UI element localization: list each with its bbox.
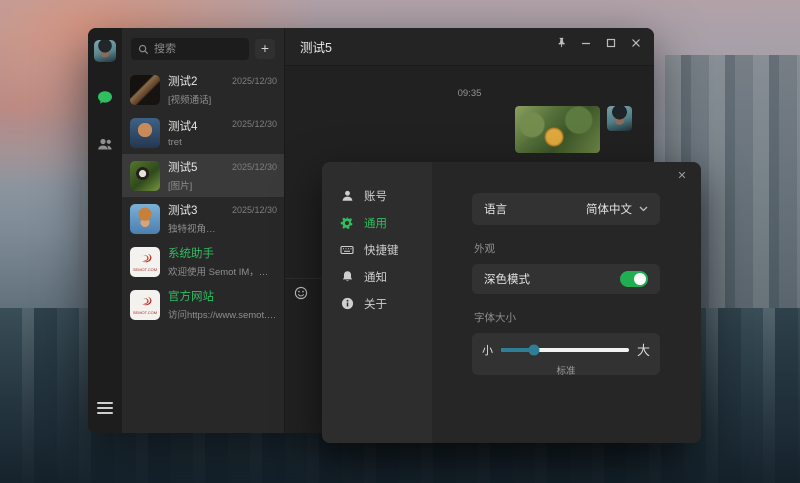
chat-avatar <box>130 74 160 105</box>
search-icon <box>138 44 149 54</box>
minimize-button[interactable] <box>578 35 594 51</box>
chat-time: 2025/12/30 <box>231 76 277 86</box>
chat-last-message: [视频通话] <box>168 95 212 106</box>
menu-button[interactable] <box>97 399 113 417</box>
settings-tab-label: 关于 <box>364 298 387 311</box>
chat-last-message: 独特视角，去解读和探讨 <box>168 224 224 235</box>
conversation-title: 测试5 <box>300 41 332 55</box>
chat-list-item[interactable]: SEMOT.COM 官方网站 访问https://www.semot.com <box>122 283 284 326</box>
language-select[interactable]: 简体中文 <box>586 201 648 217</box>
dark-mode-label: 深色模式 <box>484 274 530 286</box>
appearance-section-label: 外观 <box>474 243 495 255</box>
search-row: + <box>122 28 284 68</box>
chat-list-item[interactable]: 测试2 [视频通话] 2025/12/30 <box>122 68 284 111</box>
chat-name: 测试2 <box>168 76 198 88</box>
chat-avatar <box>130 160 160 191</box>
minimize-icon <box>582 42 590 44</box>
settings-tab-notifications[interactable]: 通知 <box>322 263 432 290</box>
chat-name: 测试4 <box>168 120 198 133</box>
font-size-caption: 标准 <box>556 366 576 377</box>
chat-rows: 测试2 [视频通话] 2025/12/30 测试4 tret 2025/12/3… <box>122 68 284 433</box>
maximize-button[interactable] <box>603 35 619 51</box>
semot-logo-avatar: SEMOT.COM <box>130 289 160 320</box>
chat-last-message: [图片] <box>168 181 193 192</box>
settings-tab-shortcuts[interactable]: 快捷键 <box>322 236 432 263</box>
slider-thumb[interactable] <box>528 344 540 355</box>
chat-list-item-selected[interactable]: 测试5 [图片] 2025/12/30 <box>122 154 284 197</box>
semot-logo-text: SEMOT.COM <box>132 266 158 272</box>
chats-nav-button[interactable] <box>95 88 115 108</box>
dark-mode-toggle[interactable] <box>620 271 648 287</box>
conversation-titlebar: 测试5 <box>285 28 654 66</box>
semot-logo-avatar: SEMOT.COM <box>130 246 160 277</box>
font-size-setting-row: 小 大 标准 <box>472 333 660 377</box>
user-avatar[interactable] <box>94 40 116 62</box>
chat-list-item[interactable]: 测试4 tret 2025/12/30 <box>122 111 284 154</box>
font-size-section-label: 字体大小 <box>474 312 516 324</box>
maximize-icon <box>606 38 616 47</box>
settings-menu: 账号 通用 快捷键 通知 关于 <box>322 162 432 443</box>
contacts-nav-button[interactable] <box>95 134 115 154</box>
semot-logo-icon <box>141 296 152 305</box>
window-controls <box>553 35 644 51</box>
toggle-knob <box>634 273 646 285</box>
search-input[interactable] <box>154 43 234 55</box>
settings-tab-label: 快捷键 <box>364 244 399 257</box>
close-button[interactable] <box>628 35 644 51</box>
semot-logo-text: SEMOT.COM <box>132 309 158 315</box>
chat-list-item[interactable]: SEMOT.COM 系统助手 欢迎使用 Semot IM，开始聊... <box>122 240 284 283</box>
close-icon <box>632 38 640 47</box>
chat-time: 2025/12/30 <box>231 162 277 172</box>
settings-dialog: 账号 通用 快捷键 通知 关于 ✕ 语言 简体中文 外观 深色模式 字体大小 小… <box>322 162 701 443</box>
emoji-icon[interactable] <box>294 286 308 300</box>
settings-tab-account[interactable]: 账号 <box>322 182 432 209</box>
language-value: 简体中文 <box>586 204 632 216</box>
font-large-label: 大 <box>636 343 650 358</box>
contacts-icon <box>98 138 112 150</box>
chevron-down-icon <box>639 206 648 212</box>
language-setting-row: 语言 简体中文 <box>472 193 660 225</box>
chat-last-message: 欢迎使用 Semot IM，开始聊... <box>168 267 277 278</box>
chat-last-message: tret <box>168 136 182 148</box>
chat-time: 2025/12/30 <box>231 205 277 215</box>
chat-list-panel: + 测试2 [视频通话] 2025/12/30 测试4 tret 2025/12… <box>122 28 285 433</box>
nav-sidebar <box>88 28 122 433</box>
info-icon <box>341 297 353 310</box>
settings-tab-label: 账号 <box>364 190 387 203</box>
chat-last-message: 访问https://www.semot.com <box>168 310 277 321</box>
chat-name: 测试3 <box>168 205 198 217</box>
settings-content: ✕ 语言 简体中文 外观 深色模式 字体大小 小 大 标准 <box>432 162 701 443</box>
user-icon <box>342 190 352 201</box>
settings-tab-label: 通用 <box>364 217 387 230</box>
chat-list-item[interactable]: 测试3 独特视角，去解读和探讨 2025/12/30 <box>122 197 284 240</box>
chat-avatar <box>130 203 160 234</box>
font-small-label: 小 <box>482 344 493 357</box>
pin-button[interactable] <box>553 35 569 51</box>
chat-time: 2025/12/30 <box>231 119 277 129</box>
chat-name: 官方网站 <box>168 291 214 303</box>
dialog-close-button[interactable]: ✕ <box>674 168 690 184</box>
message-row <box>285 106 654 153</box>
chat-bubble-icon <box>98 91 112 104</box>
chat-name: 测试5 <box>168 162 198 174</box>
hamburger-icon <box>97 402 113 404</box>
gear-icon <box>340 216 353 229</box>
chat-avatar <box>130 117 160 148</box>
dark-mode-setting-row: 深色模式 <box>472 264 660 294</box>
semot-logo-icon <box>141 253 152 262</box>
add-chat-button[interactable]: + <box>255 39 275 59</box>
message-timestamp: 09:35 <box>457 88 482 99</box>
sender-avatar[interactable] <box>607 106 632 131</box>
settings-tab-general[interactable]: 通用 <box>322 209 432 236</box>
sent-image-message[interactable] <box>515 106 600 153</box>
search-box[interactable] <box>131 38 249 60</box>
language-label: 语言 <box>484 204 507 216</box>
bell-icon <box>342 271 352 282</box>
pin-icon <box>558 37 565 48</box>
chat-name: 系统助手 <box>168 248 214 260</box>
settings-tab-label: 通知 <box>364 271 387 284</box>
font-size-slider[interactable] <box>501 344 629 355</box>
settings-tab-about[interactable]: 关于 <box>322 290 432 317</box>
keyboard-icon <box>340 245 354 254</box>
